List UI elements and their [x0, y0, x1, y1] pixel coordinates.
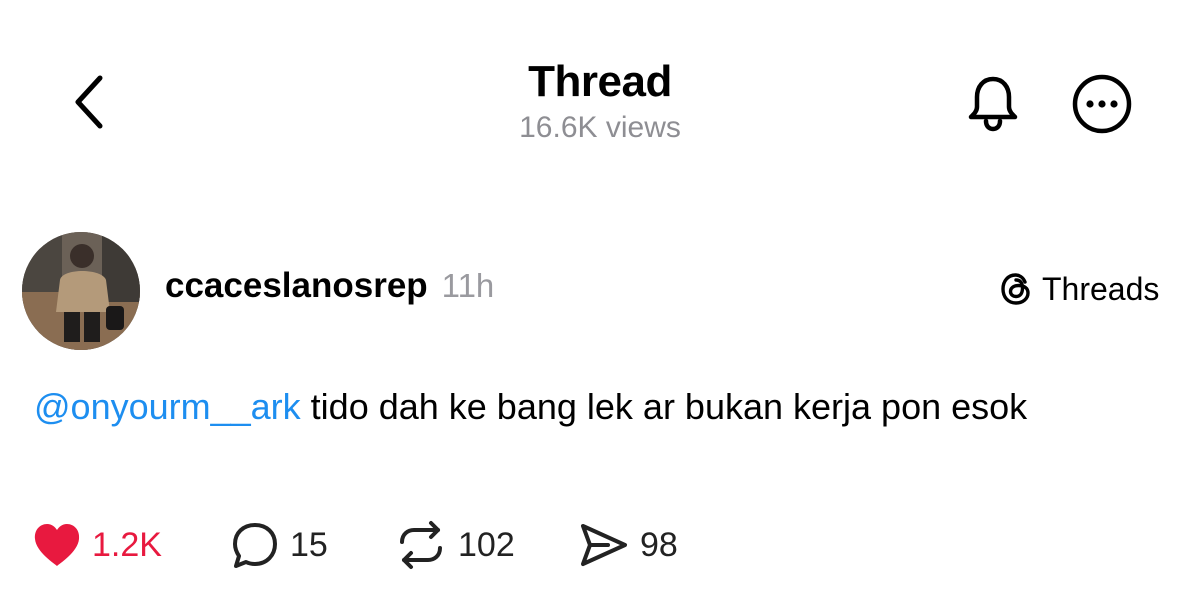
page-title: Thread [528, 57, 672, 106]
repost-button[interactable]: 102 [394, 518, 515, 572]
more-icon [1072, 74, 1132, 134]
share-count: 98 [640, 525, 678, 564]
repost-count: 102 [458, 525, 515, 564]
post-body-text: tido dah ke bang lek ar bukan kerja pon … [300, 386, 1028, 427]
threads-badge: Threads [998, 270, 1159, 308]
send-icon [581, 524, 627, 566]
thread-page: Thread 16.6K views ccaceslanosrep 11h Th… [0, 0, 1200, 593]
share-button[interactable]: 98 [578, 518, 678, 572]
like-count: 1.2K [92, 525, 162, 564]
bell-icon [968, 76, 1018, 132]
post-meta: ccaceslanosrep 11h [165, 266, 494, 306]
avatar[interactable] [22, 232, 140, 350]
post-time: 11h [441, 267, 495, 304]
view-count: 16.6K views [519, 111, 681, 144]
username[interactable]: ccaceslanosrep [165, 266, 428, 306]
reply-button[interactable]: 15 [230, 518, 328, 572]
mention-link[interactable]: @onyourm__ark [34, 386, 301, 427]
repost-icon [400, 521, 442, 569]
threads-logo-icon [1001, 273, 1030, 305]
post-text: @onyourm__ark tido dah ke bang lek ar bu… [34, 380, 1154, 434]
heart-icon [34, 524, 80, 566]
header: Thread 16.6K views [400, 56, 800, 146]
comment-icon [233, 523, 277, 568]
like-button[interactable]: 1.2K [32, 518, 162, 572]
threads-label: Threads [1042, 270, 1160, 307]
back-button[interactable] [60, 70, 120, 134]
more-options-button[interactable] [1070, 72, 1134, 136]
reply-count: 15 [290, 525, 328, 564]
notifications-button[interactable] [962, 72, 1024, 134]
avatar-photo [22, 232, 140, 350]
chevron-left-icon [75, 75, 103, 129]
